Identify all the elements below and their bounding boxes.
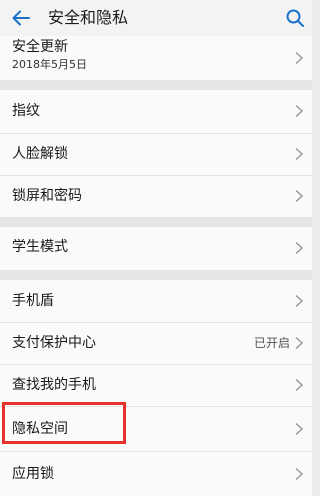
- settings-group-student-mode: 学生模式: [0, 227, 312, 270]
- row-label: 手机盾: [12, 293, 54, 309]
- row-label: 安全更新: [12, 39, 68, 55]
- chevron-right-icon: [295, 241, 304, 255]
- top-bar: 安全和隐私: [0, 0, 312, 36]
- chevron-right-icon: [295, 378, 304, 392]
- page-title: 安全和隐私: [48, 8, 129, 27]
- row-label: 指纹: [12, 103, 40, 119]
- settings-row-payment-protection[interactable]: 支付保护中心 已开启: [0, 322, 312, 364]
- chevron-right-icon: [295, 104, 304, 118]
- row-label: 查找我的手机: [12, 377, 96, 393]
- settings-row-private-space[interactable]: 隐私空间: [0, 406, 312, 451]
- group-divider: [0, 80, 312, 90]
- settings-group-unlock: 指纹 人脸解锁 锁屏和密码: [0, 90, 312, 217]
- chevron-right-icon: [295, 51, 304, 65]
- row-label: 应用锁: [12, 466, 54, 482]
- row-label: 人脸解锁: [12, 146, 68, 162]
- chevron-right-icon: [295, 294, 304, 308]
- chevron-right-icon: [295, 189, 304, 203]
- settings-row-security-update[interactable]: 安全更新 2018年5月5日: [0, 36, 312, 80]
- row-label: 锁屏和密码: [12, 188, 82, 204]
- settings-row-find-my-phone[interactable]: 查找我的手机: [0, 364, 312, 406]
- group-divider: [0, 270, 312, 280]
- settings-row-fingerprint[interactable]: 指纹: [0, 90, 312, 133]
- chevron-right-icon: [295, 467, 304, 481]
- chevron-right-icon: [295, 422, 304, 436]
- chevron-right-icon: [295, 147, 304, 161]
- settings-list: 安全更新 2018年5月5日 指纹 人脸解锁 锁屏和密码 学生模式 手机盾 支付…: [0, 36, 312, 496]
- row-label: 学生模式: [12, 239, 68, 255]
- row-label: 支付保护中心: [12, 335, 96, 351]
- settings-row-app-lock[interactable]: 应用锁: [0, 451, 312, 496]
- chevron-right-icon: [295, 336, 304, 350]
- settings-row-student-mode[interactable]: 学生模式: [0, 227, 312, 270]
- row-subtitle: 2018年5月5日: [12, 58, 87, 71]
- group-divider: [0, 217, 312, 227]
- back-arrow-icon[interactable]: [10, 7, 32, 29]
- row-label: 隐私空间: [12, 421, 68, 437]
- settings-row-face-unlock[interactable]: 人脸解锁: [0, 133, 312, 175]
- settings-row-lock-screen-password[interactable]: 锁屏和密码: [0, 175, 312, 217]
- settings-group-protection: 手机盾 支付保护中心 已开启 查找我的手机 隐私空间 应用锁: [0, 280, 312, 496]
- settings-group-security-update: 安全更新 2018年5月5日: [0, 36, 312, 80]
- settings-row-phone-shield[interactable]: 手机盾: [0, 280, 312, 322]
- status-value: 已开启: [253, 336, 290, 350]
- search-icon[interactable]: [284, 7, 306, 29]
